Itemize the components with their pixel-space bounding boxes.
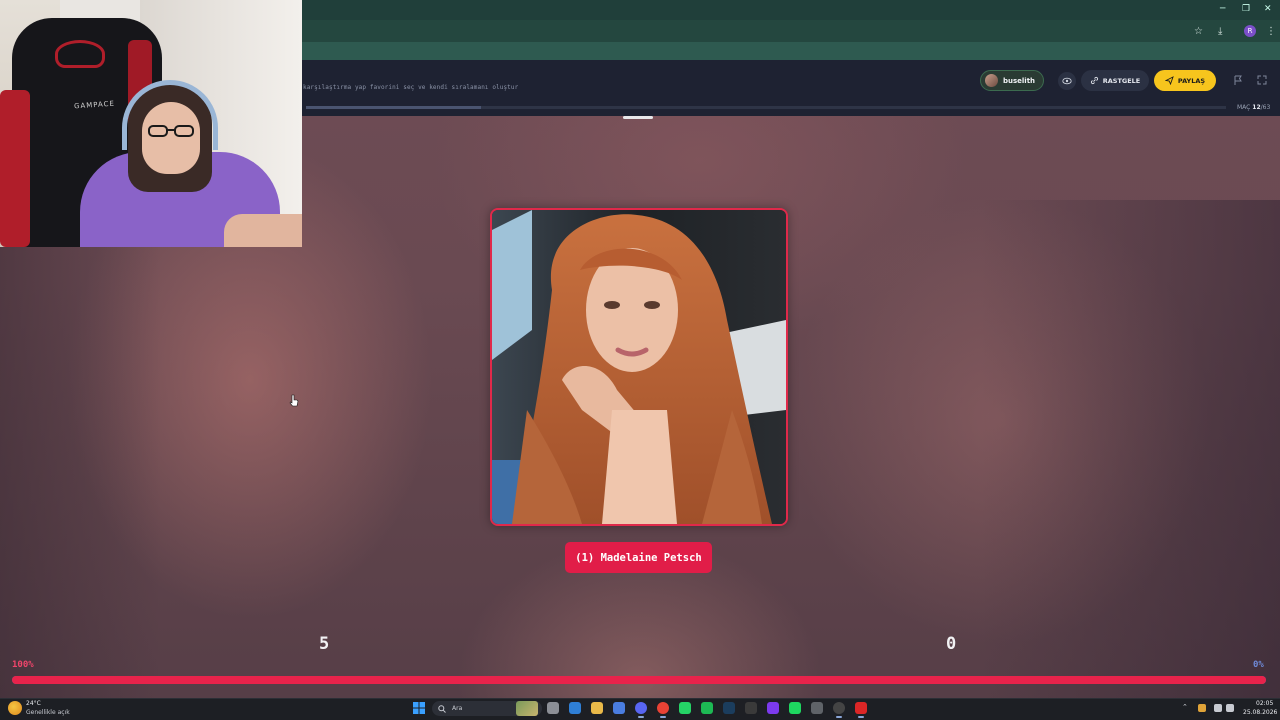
- background-shade-right: [980, 200, 1280, 700]
- network-icon[interactable]: [1214, 704, 1222, 712]
- fullscreen-icon[interactable]: [1256, 74, 1268, 86]
- whatsapp-icon[interactable]: [679, 702, 691, 714]
- menu-icon[interactable]: ⋮: [1266, 26, 1276, 37]
- running-indicator: [638, 716, 644, 718]
- user-name: buselith: [1003, 76, 1036, 85]
- steam-icon[interactable]: [723, 702, 735, 714]
- visibility-button[interactable]: [1058, 72, 1076, 90]
- tray-overflow-icon[interactable]: ⌃: [1182, 703, 1188, 711]
- spotify-icon[interactable]: [789, 702, 801, 714]
- score-right: 0: [946, 634, 957, 654]
- percent-left: 100%: [12, 660, 34, 670]
- star-icon[interactable]: ☆: [1194, 26, 1203, 37]
- close-window-button[interactable]: ✕: [1264, 4, 1272, 14]
- weather-description: Genellikle açık: [26, 709, 70, 716]
- score-left: 5: [319, 634, 330, 654]
- browser-address-bar[interactable]: [302, 20, 1280, 42]
- random-button-label: RASTGELE: [1102, 76, 1141, 85]
- g-app-icon[interactable]: [811, 702, 823, 714]
- weather-icon[interactable]: [8, 701, 22, 715]
- bookmarks-bar: [302, 42, 1280, 60]
- flag-icon[interactable]: [1232, 74, 1244, 86]
- contestant-photo: [492, 210, 786, 524]
- chrome-icon[interactable]: [657, 702, 669, 714]
- red-app-icon[interactable]: [855, 702, 867, 714]
- folder-icon[interactable]: [591, 702, 603, 714]
- send-icon: [1164, 76, 1174, 85]
- percent-right: 0%: [1253, 660, 1264, 670]
- share-button[interactable]: PAYLAŞ: [1154, 70, 1216, 91]
- windows-start-icon[interactable]: [413, 702, 425, 714]
- user-badge[interactable]: buselith: [980, 70, 1044, 91]
- vote-share-fill-left: [12, 676, 1266, 684]
- running-indicator: [660, 716, 666, 718]
- background-shade-left: [0, 240, 160, 700]
- edge-icon[interactable]: [569, 702, 581, 714]
- download-icon[interactable]: ⤓: [1218, 26, 1222, 37]
- person-hand: [224, 214, 302, 247]
- avatar: [985, 74, 998, 87]
- chair-accent-left: [0, 90, 30, 247]
- screen: ─ ❐ ✕ ☆ ⤓ R ⋮ karşılaştırma yap favorini…: [0, 0, 1280, 720]
- purple-app-icon[interactable]: [767, 702, 779, 714]
- profile-avatar[interactable]: R: [1244, 25, 1256, 37]
- mouse-pointer-icon: [289, 394, 299, 407]
- minimize-button[interactable]: ─: [1220, 4, 1225, 14]
- match-current: 12: [1252, 104, 1261, 111]
- match-progress-track: [306, 106, 1226, 109]
- file-explorer-icon[interactable]: [547, 702, 559, 714]
- match-prefix: MAÇ: [1237, 104, 1251, 111]
- epic-games-icon[interactable]: [745, 702, 757, 714]
- mic-icon[interactable]: [1198, 704, 1206, 712]
- search-highlight-image: [516, 701, 538, 716]
- maximize-button[interactable]: ❐: [1242, 4, 1250, 14]
- clock-time[interactable]: 02:05: [1256, 700, 1273, 707]
- link-icon: [1090, 76, 1098, 85]
- xbox-icon[interactable]: [701, 702, 713, 714]
- match-total: /63: [1260, 104, 1271, 111]
- page-subtitle: karşılaştırma yap favorini seç ve kendi …: [303, 84, 519, 91]
- contestant-card[interactable]: [490, 208, 788, 526]
- match-counter: MAÇ 12/63: [1237, 104, 1270, 111]
- match-progress-fill: [306, 106, 481, 109]
- eye-icon: [1062, 77, 1072, 85]
- obs-icon[interactable]: [833, 702, 845, 714]
- discord-icon[interactable]: [635, 702, 647, 714]
- browser-title-bar: ─ ❐ ✕: [302, 0, 1280, 20]
- top-drag-handle: [623, 116, 653, 119]
- store-icon[interactable]: [613, 702, 625, 714]
- random-button[interactable]: RASTGELE: [1081, 70, 1149, 91]
- vote-share-bar: [12, 676, 1266, 684]
- running-indicator: [858, 716, 864, 718]
- weather-temperature: 24°C: [26, 700, 41, 707]
- webcam-overlay: GAMPACE: [0, 0, 302, 247]
- clock-date[interactable]: 25.08.2026: [1243, 709, 1277, 716]
- search-placeholder: Ara: [452, 705, 463, 712]
- chair-logo: [55, 40, 105, 68]
- share-button-label: PAYLAŞ: [1177, 76, 1206, 85]
- running-indicator: [836, 716, 842, 718]
- contestant-name-button[interactable]: (1) Madelaine Petsch: [565, 542, 712, 573]
- search-icon: [438, 704, 446, 713]
- volume-icon[interactable]: [1226, 704, 1234, 712]
